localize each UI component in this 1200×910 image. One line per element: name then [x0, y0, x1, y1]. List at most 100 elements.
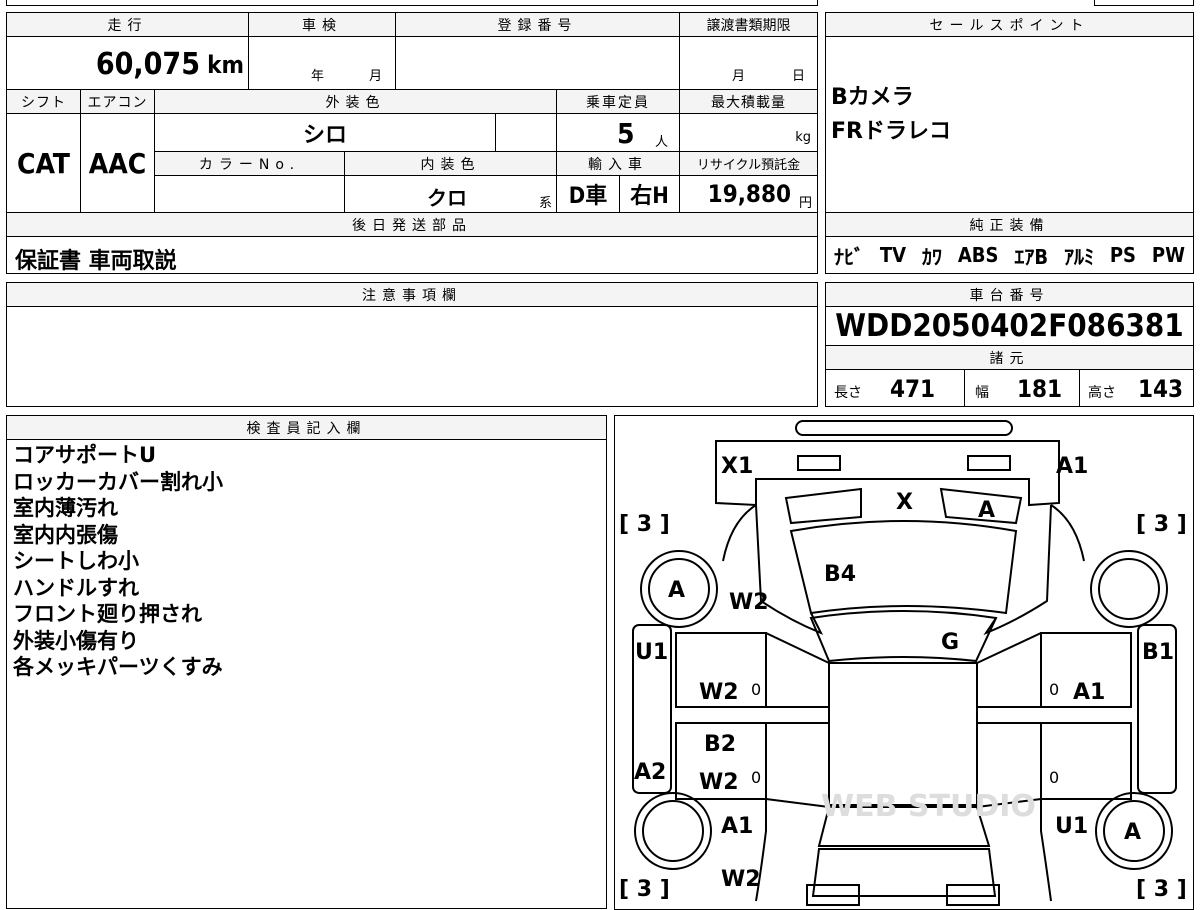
car-diagram-panel: WEB STUDIO [ 3 ] [ 3 ] [ 3 ] [ 3 ] X1 A1… — [614, 415, 1194, 910]
spec-width-cell: 幅 181 — [964, 369, 1080, 407]
right-front-arc — [1050, 504, 1085, 562]
recycle-value: 19,880 — [707, 180, 791, 208]
int-color-label: 内装色 — [344, 151, 557, 176]
right-headlamp — [967, 455, 1011, 471]
spec-width-value: 181 — [1017, 375, 1063, 403]
capacity-unit: 人 — [655, 135, 669, 150]
inspection-year-unit: 年 — [311, 69, 325, 84]
roof-panel — [828, 662, 978, 806]
inspector-line: 外装小傷有り — [13, 628, 139, 653]
equipment-item-navi: ﾅﾋﾞ — [834, 244, 864, 269]
mark-left-rocker: A2 — [634, 760, 666, 785]
windshield-panel — [809, 610, 998, 663]
ext-color-value: シロ — [302, 122, 347, 148]
chassis-label: 車台番号 — [825, 282, 1194, 307]
capacity-value: 5 — [617, 117, 635, 150]
spec-height-value: 143 — [1138, 375, 1184, 403]
mark-right-front-door: A1 — [1073, 680, 1105, 705]
sales-point-line: Bカメラ — [831, 85, 914, 110]
load-unit: kg — [795, 130, 811, 145]
right-front-fender-line — [983, 504, 1052, 636]
mark-windshield-left: X — [896, 490, 913, 515]
aircon-value: AAC — [88, 146, 147, 180]
mark-left-front-pillar: U1 — [635, 640, 668, 665]
int-color-value: クロ — [427, 186, 467, 210]
mark-roof: G — [941, 630, 959, 655]
inspection-month-unit: 月 — [369, 69, 383, 84]
reg-no-cell — [395, 36, 680, 90]
max-load-label: 最大積載量 — [679, 89, 818, 114]
watermark: WEB STUDIO — [821, 789, 1036, 824]
door-marker-rf: 0 — [1049, 680, 1059, 699]
equipment-item-abs: ABS — [957, 243, 999, 267]
spec-height-cell: 高さ 143 — [1079, 369, 1194, 407]
inspector-list: コアサポートU ロッカーカバー割れ小 室内薄汚れ 室内内張傷 シートしわ小 ハン… — [13, 442, 223, 681]
inspector-line: シートしわ小 — [13, 549, 139, 573]
spec-width-label: 幅 — [975, 385, 989, 401]
later-parts-cell: 保証書 車両取説 — [6, 236, 818, 274]
spec-length-value: 471 — [890, 375, 936, 403]
chassis-value: WDD2050402F086381 — [835, 308, 1184, 344]
equipment-item-pw: PW — [1151, 243, 1185, 267]
aircon-label: エアコン — [80, 89, 155, 114]
specs-label: 諸元 — [825, 345, 1194, 370]
mileage-label: 走行 — [6, 12, 249, 37]
aircon-cell: AAC — [80, 113, 155, 213]
mark-hood: B4 — [824, 562, 856, 587]
import-cell: D車 — [556, 175, 620, 213]
recycle-label: リサイクル預託金 — [679, 151, 818, 176]
recycle-cell: 19,880 円 — [679, 175, 818, 213]
shift-label: シフト — [6, 89, 81, 114]
equipment-item-leather: ｶﾜ — [921, 244, 942, 269]
inspector-cell: コアサポートU ロッカーカバー割れ小 室内薄汚れ 室内内張傷 シートしわ小 ハン… — [6, 439, 607, 909]
mark-windshield-right: A — [978, 498, 995, 523]
deadline-month-unit: 月 — [732, 69, 746, 84]
front-right-wheel — [1090, 550, 1168, 628]
shift-value: CAT — [17, 146, 70, 180]
handle-cell: 右H — [619, 175, 680, 213]
inspector-line: 室内薄汚れ — [13, 496, 118, 520]
mark-front-left-corner: X1 — [721, 454, 753, 479]
inspection-cell: 年 月 — [248, 36, 396, 90]
left-front-arc — [722, 504, 757, 562]
top-cropped-strip — [6, 0, 818, 6]
inspector-label: 検査員記入欄 — [6, 415, 607, 440]
mileage-cell: 60,075 km — [6, 36, 249, 90]
capacity-cell: 5 人 — [556, 113, 680, 152]
left-headlamp — [797, 455, 841, 471]
inspector-line: コアサポートU — [13, 443, 157, 467]
right-rear-fender-line — [1040, 799, 1052, 902]
mark-front-right-corner: A1 — [1056, 454, 1088, 479]
import-label: 輸入車 — [556, 151, 680, 176]
spec-length-label: 長さ — [834, 385, 862, 401]
mark-left-rear-lower: W2 — [721, 867, 761, 892]
inspector-line: 各メッキパーツくすみ — [13, 655, 223, 679]
ext-color-label: 外装色 — [154, 89, 557, 114]
mark-right-front-pillar: B1 — [1142, 640, 1174, 665]
sales-point-cell: Bカメラ FRドラレコ — [825, 36, 1194, 213]
mileage-unit: km — [207, 51, 244, 79]
tire-depth-fl: [ 3 ] — [619, 512, 670, 537]
left-mirror-strip — [784, 487, 862, 525]
rear-left-wheel — [634, 792, 712, 870]
chassis-cell: WDD2050402F086381 — [825, 306, 1194, 346]
transfer-deadline-cell: 月 日 — [679, 36, 818, 90]
later-parts-label: 後日発送部品 — [6, 212, 818, 237]
mark-right-rear-fender: U1 — [1055, 814, 1088, 839]
inspector-line: ハンドルすれ — [13, 575, 139, 600]
equipment-item-tv: TV — [879, 243, 907, 267]
equipment-item-airbag: ｴｱB — [1014, 244, 1049, 269]
mileage-value: 60,075 — [95, 47, 200, 82]
spec-height-label: 高さ — [1088, 385, 1116, 401]
mark-left-rear-door-top: B2 — [704, 732, 736, 757]
inspection-label: 車検 — [248, 12, 396, 37]
ext-color-cell: シロ — [154, 113, 496, 152]
later-parts-value: 保証書 車両取説 — [15, 249, 177, 274]
equipment-item-alloy: ｱﾙﾐ — [1063, 244, 1094, 269]
door-marker-lr: 0 — [751, 768, 761, 787]
equipment-label: 純正装備 — [825, 212, 1194, 237]
mark-left-rear-door: W2 — [699, 770, 739, 795]
front-bumper — [795, 420, 1013, 436]
capacity-label: 乗車定員 — [556, 89, 680, 114]
color-no-cell — [154, 175, 345, 213]
